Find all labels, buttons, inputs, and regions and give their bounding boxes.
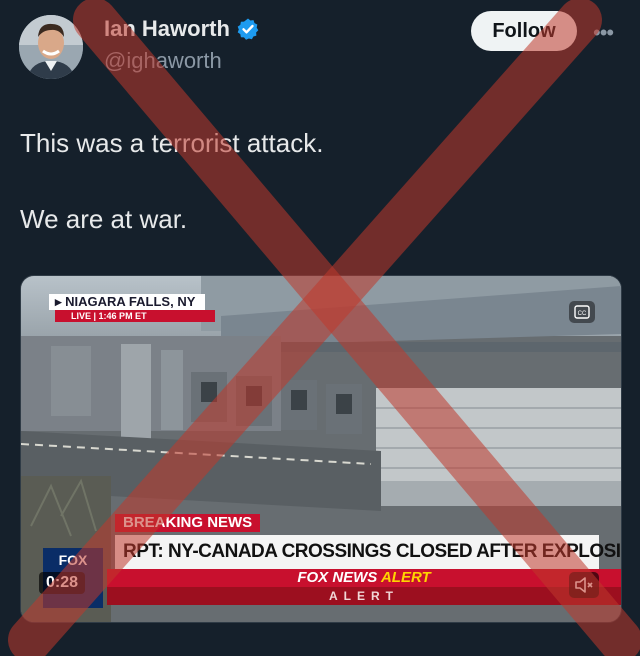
network-logo-text: FOX [58,552,88,568]
alert-bar: FOX NEWS ALERT [107,569,621,587]
alert-brand: FOX NEWS [297,569,378,586]
chyron-location: ▸ NIAGARA FALLS, NY [49,294,205,310]
author-name-row: Ian Haworth [104,16,260,42]
video-timestamp: 0:28 [39,572,86,594]
author-handle[interactable]: @ighaworth [104,48,222,74]
captions-icon[interactable]: CC [569,301,595,323]
breaking-label: BREAKING [123,514,204,531]
follow-button[interactable]: Follow [471,11,577,51]
mute-glyph [575,577,593,593]
chyron-live: LIVE | 1:46 PM ET [55,310,215,322]
author-display-name[interactable]: Ian Haworth [104,16,230,42]
captions-glyph: CC [574,305,590,319]
chyron-location-text: NIAGARA FALLS, NY [65,294,196,309]
more-horizontal-icon[interactable]: ••• [593,20,614,46]
breaking-label-2: NEWS [207,514,253,531]
video-player[interactable]: ▸ NIAGARA FALLS, NY LIVE | 1:46 PM ET CC… [20,275,622,623]
avatar-image [19,15,83,79]
chyron-live-label: LIVE [71,311,92,321]
volume-muted-icon[interactable] [569,572,599,598]
tweet-line: This was a terrorist attack. [20,128,324,158]
tweet-text: This was a terrorist attack. We are at w… [20,124,323,238]
verified-badge-icon [237,18,259,40]
breaking-news-label: BREAKING NEWS [115,514,261,532]
alert-strip: ALERT [107,587,621,605]
avatar[interactable] [19,15,83,79]
chyron-time: 1:46 PM ET [98,311,147,321]
alert-word: ALERT [380,569,431,586]
news-headline: RPT: NY-CANADA CROSSINGS CLOSED AFTER EX… [115,535,621,569]
svg-text:CC: CC [578,311,587,317]
tweet-line: We are at war. [20,204,188,234]
